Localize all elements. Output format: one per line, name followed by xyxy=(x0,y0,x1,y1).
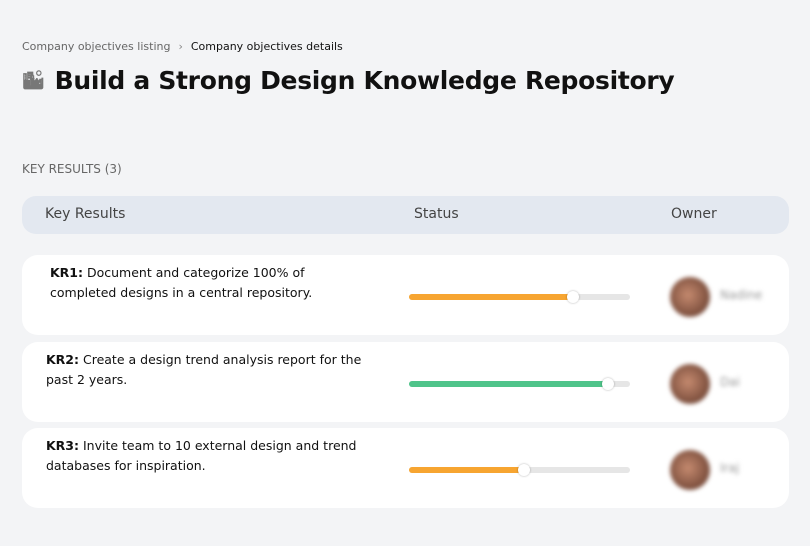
breadcrumb: Company objectives listing › Company objec… xyxy=(22,40,343,53)
progress-fill xyxy=(409,378,614,390)
progress-bar[interactable] xyxy=(409,378,630,390)
key-result-id: KR1: xyxy=(50,265,84,280)
table-row[interactable]: KR3: Invite team to 10 external design a… xyxy=(22,428,789,508)
owner-name: Iraj xyxy=(720,461,740,475)
progress-handle[interactable] xyxy=(517,464,530,476)
key-result-text: KR1: Document and categorize 100% of com… xyxy=(50,263,370,303)
table-header: Key Results Status Owner xyxy=(22,196,789,234)
avatar xyxy=(670,450,710,490)
table-row[interactable]: KR1: Document and categorize 100% of com… xyxy=(22,255,789,335)
avatar xyxy=(670,277,710,317)
progress-handle[interactable] xyxy=(566,291,579,303)
building-chart-icon: 🏙 xyxy=(22,70,45,91)
header-status: Status xyxy=(414,206,459,222)
owner-name: Nadine xyxy=(720,288,763,302)
progress-bar[interactable] xyxy=(409,291,630,303)
avatar xyxy=(670,364,710,404)
owner-name: Dai xyxy=(720,375,740,389)
key-result-text: KR2: Create a design trend analysis repo… xyxy=(46,350,366,390)
breadcrumb-parent-link[interactable]: Company objectives listing xyxy=(22,40,170,53)
breadcrumb-separator: › xyxy=(178,40,183,53)
key-result-id: KR3: xyxy=(46,438,80,453)
header-owner: Owner xyxy=(671,206,717,222)
page-title-text: Build a Strong Design Knowledge Reposito… xyxy=(54,66,675,95)
table-row[interactable]: KR2: Create a design trend analysis repo… xyxy=(22,342,789,422)
page-title: 🏙 Build a Strong Design Knowledge Reposit… xyxy=(22,66,675,95)
key-result-description: Create a design trend analysis report fo… xyxy=(46,352,362,387)
section-label: KEY RESULTS (3) xyxy=(22,162,122,176)
key-result-description: Invite team to 10 external design and tr… xyxy=(46,438,357,473)
progress-handle[interactable] xyxy=(601,378,614,390)
breadcrumb-current: Company objectives details xyxy=(190,40,343,53)
key-result-description: Document and categorize 100% of complete… xyxy=(50,265,313,300)
progress-fill xyxy=(409,291,579,303)
key-result-id: KR2: xyxy=(46,352,80,367)
key-result-text: KR3: Invite team to 10 external design a… xyxy=(46,436,366,476)
progress-bar[interactable] xyxy=(409,464,630,476)
header-key-results: Key Results xyxy=(45,206,126,222)
progress-fill xyxy=(409,464,530,476)
